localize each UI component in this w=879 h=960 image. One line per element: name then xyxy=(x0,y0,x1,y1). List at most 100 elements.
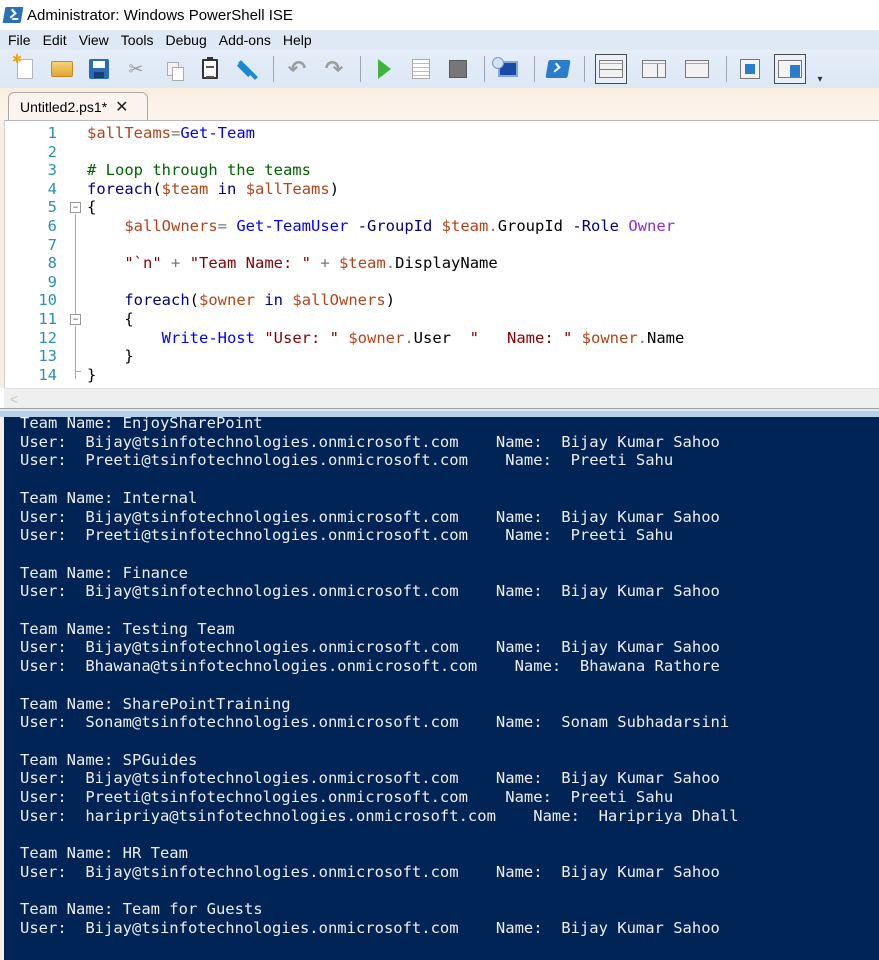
menu-help[interactable]: Help xyxy=(279,32,320,48)
line-number: 8 xyxy=(47,254,57,273)
run-selection-button[interactable] xyxy=(408,56,434,82)
menu-file[interactable]: File xyxy=(4,32,39,48)
token-var: $owner xyxy=(348,328,405,347)
start-powershell-button[interactable] xyxy=(545,56,571,82)
horizontal-scrollbar[interactable]: < xyxy=(4,388,879,408)
code-text: $allTeams=Get-Team xyxy=(87,124,255,143)
console-line: Team Name: HR Team xyxy=(20,844,188,863)
console-line: Team Name: Internal xyxy=(20,488,198,507)
code-editor[interactable]: − − 1 $allTeams=Get-Team 2 3 # Loop through … xyxy=(4,120,879,388)
token-kw: in xyxy=(217,179,237,198)
menu-edit[interactable]: Edit xyxy=(39,32,75,48)
token-mem: User xyxy=(413,328,451,347)
tab-strip: Untitled2.ps1* ✕ xyxy=(0,88,879,120)
toolbar-overflow-button[interactable]: ▾ xyxy=(813,63,827,85)
undo-icon: ↶ xyxy=(287,56,307,81)
script-pane-top-button[interactable] xyxy=(595,54,627,84)
tab-untitled2[interactable]: Untitled2.ps1* ✕ xyxy=(8,92,148,120)
save-script-button[interactable] xyxy=(86,56,112,82)
token-grp xyxy=(180,254,189,272)
token-grp xyxy=(563,217,572,235)
console-line: Team Name: EnjoySharePoint xyxy=(20,417,263,432)
open-script-button[interactable] xyxy=(49,56,75,82)
token-var: $allTeams xyxy=(87,124,171,142)
menu-view[interactable]: View xyxy=(75,32,117,48)
token-grp: } xyxy=(87,365,97,384)
line-number: 3 xyxy=(47,161,57,180)
token-grp xyxy=(236,180,245,198)
token-grp: ) xyxy=(385,291,396,310)
token-var: $allTeams xyxy=(245,179,330,198)
run-script-button[interactable] xyxy=(371,56,397,82)
console-line: User: haripriya@tsinfotechnologies.onmic… xyxy=(20,806,739,825)
token-cmd: Get-Team xyxy=(180,124,255,142)
token-arg: Owner xyxy=(628,217,676,235)
undo-button[interactable]: ↶ xyxy=(284,56,310,82)
powershell-icon xyxy=(2,7,24,23)
stop-operation-button[interactable] xyxy=(445,56,471,82)
close-icon[interactable]: ✕ xyxy=(115,97,128,117)
token-param: -Role xyxy=(572,217,620,235)
new-remote-tab-button[interactable] xyxy=(492,56,521,82)
collapse-icon[interactable]: − xyxy=(70,314,81,325)
code-text: { xyxy=(87,198,96,217)
cut-button[interactable]: ✂ xyxy=(123,56,149,82)
console-pane[interactable]: Team Name: EnjoySharePoint User: Bijay@ts… xyxy=(4,417,879,960)
token-kw: foreach xyxy=(124,291,190,310)
paste-button[interactable] xyxy=(197,56,223,82)
show-script-pane-icon xyxy=(740,59,760,79)
scroll-left-icon[interactable]: < xyxy=(10,391,18,407)
console-line: Team Name: SPGuides xyxy=(20,750,198,769)
redo-button[interactable]: ↷ xyxy=(321,56,347,82)
pane-max-icon xyxy=(685,60,709,78)
new-script-button[interactable] xyxy=(12,52,38,82)
console-line: User: Preeti@tsinfotechnologies.onmicros… xyxy=(20,451,674,470)
line-number: 14 xyxy=(38,365,57,384)
code-text: } xyxy=(87,347,134,366)
token-kw: in xyxy=(264,291,284,310)
play-icon xyxy=(377,59,391,79)
stop-icon xyxy=(449,60,467,78)
console-line: Team Name: Team for Guests xyxy=(20,900,263,919)
clear-console-button[interactable] xyxy=(234,56,260,82)
token-param: -GroupId xyxy=(357,217,433,235)
toolbar-separator xyxy=(534,56,535,82)
collapse-icon[interactable]: − xyxy=(70,202,81,213)
token-var: $allOwners xyxy=(124,217,218,235)
script-pane: − − 1 $allTeams=Get-Team 2 3 # Loop through … xyxy=(0,120,879,388)
token-grp: { xyxy=(87,310,134,328)
token-op: = xyxy=(217,217,227,235)
new-file-icon xyxy=(12,52,33,79)
copy-icon xyxy=(167,62,184,81)
token-cmd: Write-Host xyxy=(161,328,255,347)
token-op: = xyxy=(171,124,181,142)
copy-button[interactable] xyxy=(160,56,186,82)
pane-splitter[interactable] xyxy=(0,408,879,417)
menu-tools[interactable]: Tools xyxy=(117,32,162,48)
clipboard-icon xyxy=(202,57,218,79)
menu-debug[interactable]: Debug xyxy=(161,32,214,48)
console-line: User: Bijay@tsinfotechnologies.onmicroso… xyxy=(20,918,720,937)
script-pane-right-button[interactable] xyxy=(638,56,670,82)
token-grp: { xyxy=(87,198,97,217)
show-script-pane-button[interactable] xyxy=(737,56,763,82)
console-line: Team Name: Finance xyxy=(20,563,188,582)
line-number: 10 xyxy=(38,291,57,310)
token-grp: } xyxy=(87,347,134,366)
toolbar-separator xyxy=(726,56,727,82)
code-text: # Loop through the teams xyxy=(87,161,311,180)
menu-add-ons[interactable]: Add-ons xyxy=(215,32,279,48)
line-number: 13 xyxy=(38,347,57,366)
line-number: 4 xyxy=(47,179,57,198)
show-command-addon-button[interactable] xyxy=(774,54,806,84)
code-text: foreach($team in $allTeams) xyxy=(87,180,339,199)
token-op: + xyxy=(171,254,181,273)
folder-open-icon xyxy=(51,61,73,77)
token-var: $allOwners xyxy=(292,291,386,310)
toolbar-separator xyxy=(484,56,485,82)
script-pane-maximized-button[interactable] xyxy=(681,56,713,82)
line-number: 1 xyxy=(47,124,57,142)
token-op: . xyxy=(488,217,498,235)
console-line: User: Bijay@tsinfotechnologies.onmicroso… xyxy=(20,432,720,451)
console-line: User: Bijay@tsinfotechnologies.onmicroso… xyxy=(20,862,720,881)
